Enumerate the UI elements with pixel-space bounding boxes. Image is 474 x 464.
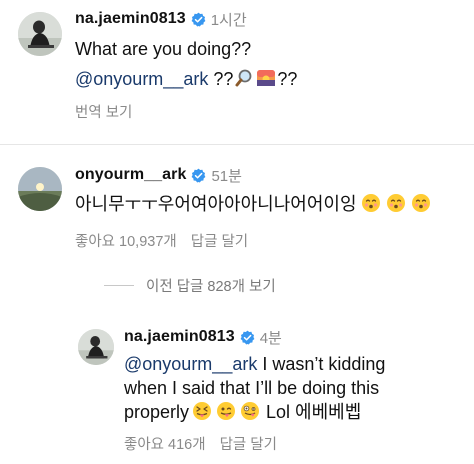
kissing-face-icon (411, 193, 431, 213)
comment-actions: 좋아요 416개 답글 달기 (124, 433, 469, 454)
divider (0, 144, 474, 145)
view-previous-label: 이전 답글 828개 보기 (146, 278, 276, 295)
timestamp: 1시간 (210, 11, 247, 29)
comment-line: properly Lol 에베베벱 (124, 400, 469, 424)
kissing-face-icon (361, 193, 381, 213)
comment-text: What are you doing?? @onyourm__ark ?? ?? (75, 37, 465, 91)
sunrise-icon (256, 68, 276, 88)
verified-badge-icon (191, 168, 206, 183)
verified-badge-icon (191, 12, 206, 27)
translate-link[interactable]: 번역 보기 (75, 101, 465, 122)
comment-line: @onyourm__ark ?? ?? (75, 67, 465, 91)
avatar[interactable] (78, 329, 114, 365)
timestamp: 4분 (259, 329, 282, 347)
text-fragment: properly (124, 402, 190, 422)
likes-count[interactable]: 좋아요 416개 (124, 433, 206, 454)
comment-line: when I said that I’ll be doing this (124, 378, 380, 398)
comment-text: 아니무ㅜㅜ우어여아아아니나어어이잉 (75, 192, 470, 216)
magnifying-glass-icon (234, 68, 254, 88)
comment-line: @onyourm__ark I wasn’t kidding (124, 352, 469, 376)
reply-button[interactable]: 답글 달기 (191, 230, 248, 251)
username[interactable]: onyourm__ark (75, 166, 186, 184)
comment-actions: 좋아요 10,937개 답글 달기 (75, 230, 470, 251)
text-fragment: ?? (277, 69, 298, 89)
text-fragment: I wasn’t kidding (257, 354, 386, 374)
text-fragment: 아니무ㅜㅜ우어여아아아니나어어이잉 (75, 194, 357, 214)
text-fragment: Lol 에베베벱 (261, 402, 362, 422)
comment-text: @onyourm__ark I wasn’t kidding when I sa… (124, 352, 469, 424)
view-previous-replies[interactable]: 이전 답글 828개 보기 (104, 275, 276, 295)
likes-count[interactable]: 좋아요 10,937개 (75, 230, 177, 251)
text-fragment: ?? (208, 69, 234, 89)
avatar[interactable] (18, 167, 62, 211)
mention-link[interactable]: @onyourm__ark (75, 69, 208, 89)
squinting-tongue-face-icon (192, 401, 212, 421)
timestamp: 51분 (211, 167, 242, 185)
winking-tongue-face-icon (216, 401, 236, 421)
username[interactable]: na.jaemin0813 (75, 10, 186, 28)
comment-line: What are you doing?? (75, 39, 252, 59)
mention-link[interactable]: @onyourm__ark (124, 354, 257, 374)
kissing-face-icon (386, 193, 406, 213)
zany-face-icon (240, 401, 260, 421)
verified-badge-icon (240, 330, 255, 345)
divider-line (104, 284, 134, 286)
reply-button[interactable]: 답글 달기 (220, 433, 277, 454)
avatar[interactable] (18, 12, 62, 56)
username[interactable]: na.jaemin0813 (124, 328, 235, 346)
